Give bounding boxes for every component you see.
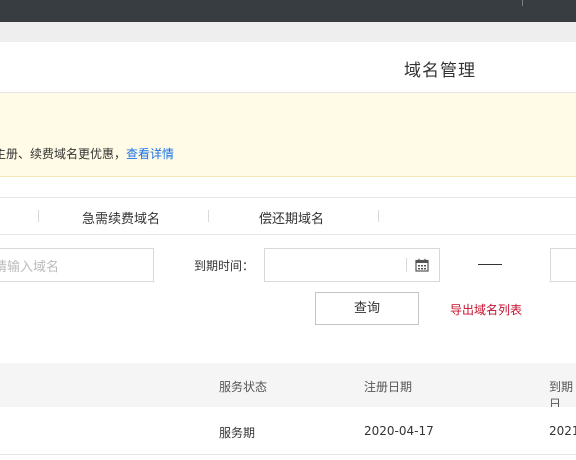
cell-register-date: 2020-04-17 [364, 424, 434, 438]
cell-status: 服务期 [219, 426, 256, 440]
tab-divider [38, 210, 39, 222]
table-row [0, 407, 576, 455]
date-input-divider [406, 258, 407, 272]
navbar-divider [522, 0, 523, 6]
expire-from-input[interactable] [264, 248, 440, 282]
cell-expire-date: 2021 [549, 424, 576, 438]
export-domain-list-link[interactable]: 导出域名列表 [450, 301, 522, 318]
title-bar [0, 42, 576, 93]
gray-strip [0, 22, 576, 42]
page-title: 域名管理 [404, 61, 476, 81]
table-header [0, 363, 576, 407]
calendar-icon[interactable] [415, 258, 429, 272]
domain-search-placeholder: 请输入域名 [0, 260, 60, 275]
date-range-separator [478, 264, 502, 265]
top-navbar [0, 0, 576, 22]
tab-redemption-period[interactable]: 偿还期域名 [259, 208, 324, 227]
tab-urgent-renewal[interactable]: 急需续费域名 [82, 208, 160, 227]
tab-divider [208, 210, 209, 222]
notice-message: 主册、续费域名更优惠， [0, 147, 127, 161]
column-header-status: 服务状态 [219, 380, 268, 394]
expire-to-input[interactable] [550, 248, 576, 282]
notice-banner [0, 93, 576, 177]
query-button[interactable]: 查询 [315, 292, 419, 325]
expire-time-label: 到期时间： [194, 259, 255, 273]
notice-details-link[interactable]: 查看详情 [126, 147, 174, 161]
tab-divider [378, 210, 379, 222]
notice-text: 主册、续费域名更优惠，查看详情 [0, 145, 174, 162]
column-header-register-date: 注册日期 [364, 380, 413, 394]
